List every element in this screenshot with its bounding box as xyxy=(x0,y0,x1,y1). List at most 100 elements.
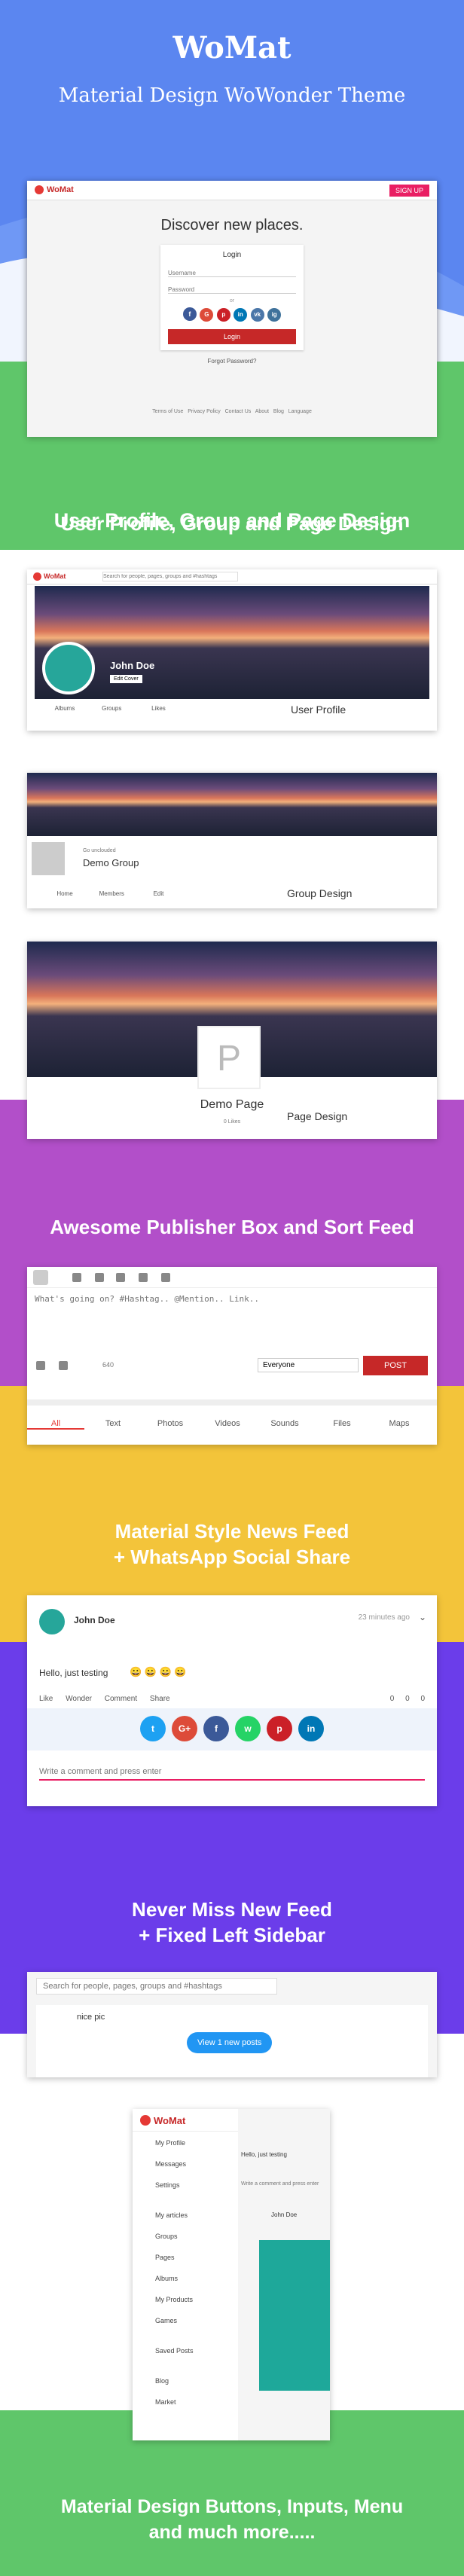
sidebar-item[interactable]: Settings xyxy=(155,2181,223,2211)
share-button[interactable]: Share xyxy=(150,1695,170,1703)
sidebar-item[interactable]: Market xyxy=(155,2398,223,2419)
profile-heading-text: User Profile, Group and Page Design xyxy=(60,512,404,535)
search-input[interactable] xyxy=(36,1978,277,1995)
cart-icon[interactable] xyxy=(95,1273,104,1282)
post-image xyxy=(259,2240,330,2391)
tab-files[interactable]: Files xyxy=(313,1419,371,1428)
sidebar-item[interactable]: My articles xyxy=(155,2211,223,2233)
chevron-down-icon[interactable]: ⌄ xyxy=(419,1612,426,1622)
linkedin-icon[interactable]: in xyxy=(234,307,248,322)
comment-input[interactable]: Write a comment and press enter xyxy=(241,2181,319,2187)
location-icon[interactable] xyxy=(139,1273,148,1282)
post-text: Hello, just testing xyxy=(39,1668,108,1678)
view-new-posts-button[interactable]: View 1 new posts xyxy=(187,2032,273,2053)
tab-videos[interactable]: Videos xyxy=(199,1419,256,1428)
login-button[interactable]: Login xyxy=(168,328,296,344)
pinterest-icon[interactable]: p xyxy=(216,307,230,322)
group-small-text: Go unclouded xyxy=(83,848,116,853)
footer-link[interactable]: Contact Us xyxy=(225,409,252,414)
page-name: Demo Page xyxy=(200,1098,264,1111)
login-page: WoMat SIGN UP Discover new places. Login… xyxy=(27,181,437,437)
sidebar-item[interactable]: Albums xyxy=(155,2275,223,2296)
group-screenshot: Go unclouded Demo Group Home Members Edi… xyxy=(27,773,437,908)
forgot-link[interactable]: Forgot Password? xyxy=(27,358,437,365)
facebook-icon[interactable]: f xyxy=(182,307,197,321)
page-caption: Page Design xyxy=(287,1110,348,1122)
post-author[interactable]: John Doe xyxy=(271,2211,297,2218)
sidebar-item[interactable]: Groups xyxy=(155,2233,223,2254)
tab-albums[interactable]: Albums xyxy=(42,705,87,712)
share-icon[interactable]: t xyxy=(140,1716,166,1741)
sidebar-item[interactable]: My Profile xyxy=(155,2139,223,2160)
wonder-button[interactable]: Wonder xyxy=(66,1695,92,1703)
post-time: 23 minutes ago xyxy=(358,1613,410,1622)
like-button[interactable]: Like xyxy=(39,1695,53,1703)
footer-link[interactable]: Terms of Use xyxy=(152,409,183,414)
logo-icon xyxy=(140,2115,151,2126)
poll-icon[interactable] xyxy=(116,1273,125,1282)
password-input[interactable] xyxy=(168,286,296,294)
brand: WoMat xyxy=(47,185,74,194)
share-icon[interactable]: G+ xyxy=(172,1716,197,1741)
video-icon[interactable] xyxy=(59,1361,68,1370)
hero-subtitle: Material Design WoWonder Theme xyxy=(58,84,406,107)
discover-text: Discover new places. xyxy=(160,217,304,233)
tab-home[interactable]: Home xyxy=(42,890,87,897)
edit-cover-button[interactable]: Edit Cover xyxy=(110,675,142,683)
comment-count: 0 xyxy=(420,1695,425,1703)
page-likes: 0 Likes xyxy=(223,1119,241,1125)
feed-post: John Doe 23 minutes ago ⌄ Hello, just te… xyxy=(27,1595,437,1806)
tab-sounds[interactable]: Sounds xyxy=(256,1419,313,1428)
sidebar-item[interactable]: Blog xyxy=(155,2377,223,2398)
music-icon[interactable] xyxy=(161,1273,170,1282)
sidebar-menu: My Profile Messages Settings My articles Gro… xyxy=(155,2139,223,2419)
post-counts: 0 0 0 xyxy=(381,1695,425,1703)
sidebar-item[interactable]: My Products xyxy=(155,2296,223,2317)
post-actions: Like Wonder Comment Share xyxy=(39,1695,170,1703)
camera-icon[interactable] xyxy=(36,1361,45,1370)
share-icon[interactable]: w xyxy=(235,1716,261,1741)
publisher-box: 640 Everyone POST AllTextPhotosVideosSou… xyxy=(27,1267,437,1445)
tab-all[interactable]: All xyxy=(27,1419,84,1430)
post-emoji: 😀 😀 😀 😀 xyxy=(130,1666,187,1677)
share-icon[interactable]: p xyxy=(267,1716,292,1741)
tab-members[interactable]: Members xyxy=(89,890,134,897)
text-icon[interactable] xyxy=(72,1273,81,1282)
status-input[interactable] xyxy=(27,1288,437,1348)
sidebar-item[interactable]: Saved Posts xyxy=(155,2347,223,2377)
footer-link[interactable]: Privacy Policy xyxy=(188,409,221,414)
search-input[interactable] xyxy=(102,572,238,581)
privacy-select[interactable]: Everyone xyxy=(258,1358,359,1372)
footer-link[interactable]: Blog xyxy=(273,409,284,414)
tab-maps[interactable]: Maps xyxy=(371,1419,428,1428)
sidebar-item[interactable]: Games xyxy=(155,2317,223,2347)
comment-input[interactable] xyxy=(39,1764,425,1781)
tab-photos[interactable]: Photos xyxy=(142,1419,199,1428)
signup-button[interactable]: SIGN UP xyxy=(389,185,429,197)
share-row: t G+ f w p in xyxy=(27,1708,437,1750)
google-icon[interactable]: G xyxy=(200,307,214,322)
page-avatar: P xyxy=(197,1026,261,1089)
share-icon[interactable]: f xyxy=(203,1716,229,1741)
tab-groups[interactable]: Groups xyxy=(89,705,134,712)
share-icon[interactable]: in xyxy=(298,1716,324,1741)
footer-link[interactable]: About xyxy=(255,409,269,414)
mini-feed: Hello, just testing Write a comment and … xyxy=(238,2109,330,2440)
footer-link[interactable]: Language xyxy=(288,409,312,414)
sidebar-item[interactable]: Messages xyxy=(155,2160,223,2181)
tab-edit[interactable]: Edit xyxy=(136,890,181,897)
username-input[interactable] xyxy=(168,270,296,277)
comment-button[interactable]: Comment xyxy=(105,1695,137,1703)
tab-text[interactable]: Text xyxy=(84,1419,142,1428)
instagram-icon[interactable]: ig xyxy=(267,307,282,322)
post-button[interactable]: POST xyxy=(363,1356,428,1375)
feed-tabs: All Text Photos Videos Sounds Files Maps xyxy=(27,1399,437,1445)
login-title: Login xyxy=(222,251,242,259)
feed-heading-1: Material Style News Feed xyxy=(114,1520,350,1543)
vk-icon[interactable]: vk xyxy=(250,307,264,322)
sidebar-item[interactable]: Pages xyxy=(155,2254,223,2275)
cover-photo xyxy=(35,586,429,699)
tab-likes[interactable]: Likes xyxy=(136,705,181,712)
publisher-toolbar xyxy=(27,1267,437,1288)
post-author[interactable]: John Doe xyxy=(74,1615,115,1625)
